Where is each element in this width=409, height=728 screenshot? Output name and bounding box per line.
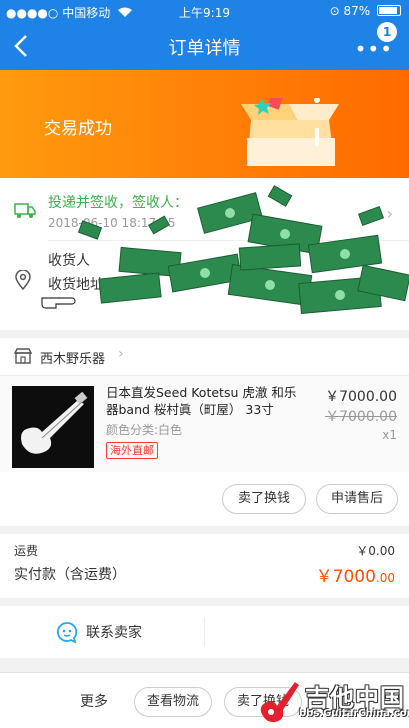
site-watermark: 吉他中国 bbs.GuitarChina.com	[255, 676, 409, 726]
opened-box-illustration	[241, 98, 339, 166]
shipping-value: ￥0.00	[356, 544, 395, 558]
order-status-text: 交易成功	[44, 119, 112, 139]
guitar-logo-icon	[260, 682, 299, 723]
battery-icon	[377, 5, 401, 16]
status-bar: ●●●●○ 中国移动 上午9:19 ⊙ 87%	[0, 0, 409, 22]
watermark-url: bbs.GuitarChina.com	[299, 708, 409, 719]
product-original-price: ￥7000.00	[325, 409, 397, 425]
chat-bubble-icon	[56, 622, 78, 643]
battery-percent: 87%	[343, 4, 371, 18]
product-quantity: x1	[382, 428, 397, 442]
shop-name: 西木野乐器	[40, 352, 106, 367]
store-icon	[14, 348, 32, 364]
nav-bar: 订单详情 ••• 1	[0, 22, 409, 70]
more-icon[interactable]: •••	[355, 39, 393, 59]
truck-icon	[14, 203, 36, 218]
order-item[interactable]: 日本直发Seed Kotetsu 虎澈 和乐器band 桜村眞（町屋） 33寸 …	[0, 376, 409, 472]
message-badge: 1	[377, 22, 397, 42]
shipping-label: 运费	[14, 544, 39, 558]
contact-bar: 联系卖家	[0, 606, 409, 658]
view-logistics-button[interactable]: 查看物流	[134, 687, 212, 717]
rotation-lock-icon: ⊙	[329, 4, 340, 18]
product-thumbnail	[12, 386, 94, 468]
product-title: 日本直发Seed Kotetsu 虎澈 和乐器band 桜村眞（町屋） 33寸	[106, 385, 297, 417]
paid-label: 实付款（含运费）	[14, 567, 126, 583]
chevron-right-icon: ›	[118, 346, 124, 362]
product-price: ￥7000.00	[325, 389, 397, 405]
shop-header[interactable]: 西木野乐器 ›	[0, 338, 409, 376]
product-spec: 颜色分类:白色	[106, 423, 183, 437]
shop-card: 西木野乐器 › 日本直发Seed Kotetsu 虎澈 和乐器band 桜村眞（…	[0, 338, 409, 526]
status-right: ⊙ 87%	[330, 4, 401, 18]
order-status-banner: 交易成功	[0, 70, 409, 178]
money-pile-image	[77, 185, 409, 314]
more-button[interactable]: 更多	[80, 691, 108, 711]
after-sale-button[interactable]: 申请售后	[316, 484, 398, 514]
divider	[204, 618, 205, 646]
overseas-direct-tag: 海外直邮	[106, 442, 158, 459]
contact-seller-button[interactable]: 联系卖家	[86, 622, 142, 642]
page-title: 订单详情	[168, 38, 241, 59]
pointing-hand-icon	[41, 297, 76, 309]
paid-value-decimal: .00	[375, 571, 395, 585]
location-pin-icon	[15, 270, 31, 290]
paid-value: ￥7000.00	[316, 562, 395, 587]
fee-summary: 运费 ￥0.00 实付款（含运费） ￥7000.00	[0, 534, 409, 598]
sell-for-cash-button[interactable]: 卖了换钱	[222, 484, 306, 514]
paid-value-main: ￥7000	[315, 567, 376, 587]
